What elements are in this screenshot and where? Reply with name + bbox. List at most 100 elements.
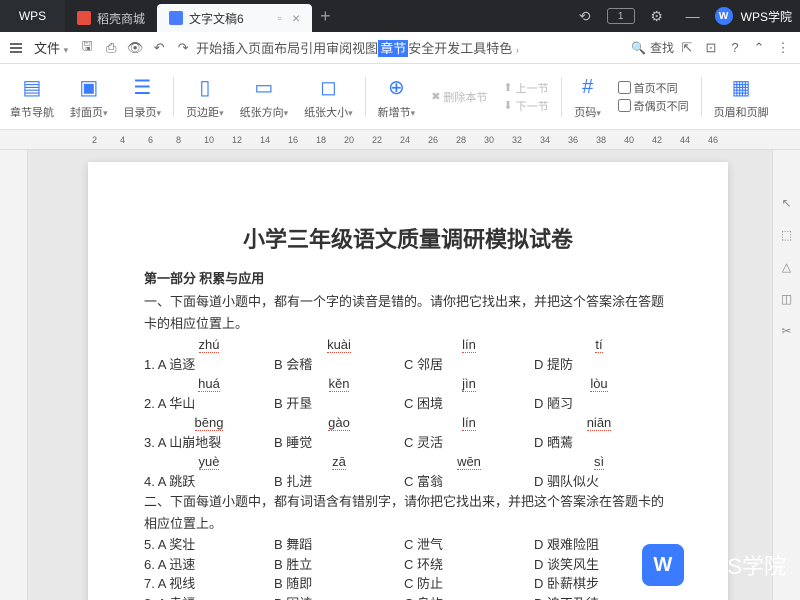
editor-area: 小学三年级语文质量调研模拟试卷 第一部分 积累与应用 一、下面每道小题中，都有一… [0,150,800,600]
pinyin-cell: niān [534,413,664,433]
ruler-tick: 14 [260,135,270,145]
cover-button[interactable]: ▣封面页▾ [66,74,112,120]
ruler-tick: 32 [512,135,522,145]
answer-cell: B 胜立 [274,555,404,575]
save-icon[interactable]: 🖫 [76,37,98,59]
header-footer-button[interactable]: ▦页眉和页脚 [710,74,773,120]
pinyin-cell: zhú [144,335,274,355]
pinyin-cell: wēn [404,452,534,472]
preview-icon[interactable]: 👁 [124,37,146,59]
doc-question-1: 一、下面每道小题中，都有一个字的读音是错的。请你把它找出来，并把这个答案涂在答题… [144,291,672,335]
wps-school-label[interactable]: WPS学院 [741,8,792,25]
wps-school-icon[interactable]: W [715,7,733,25]
layer-tool-icon[interactable]: ◫ [778,290,796,308]
pinyin-cell: lòu [534,374,664,394]
answer-cell: 2. A 华山 [144,394,274,414]
pinyin-cell: huá [144,374,274,394]
add-tab-button[interactable]: + [312,6,339,27]
menu-icon[interactable]: ⋮ [772,37,794,59]
answer-cell: C 泄气 [404,535,534,555]
pageno-button[interactable]: #页码▾ [570,74,606,120]
shape-tool-icon[interactable]: △ [778,258,796,276]
select-tool-icon[interactable]: ⬚ [778,226,796,244]
sync-icon[interactable]: ⟲ [571,2,599,30]
answer-cell: 8. A 幸福 [144,594,274,600]
ribbon-tabs[interactable]: 开始插入页面布局引用审阅视图章节安全开发工具特色 › [196,38,519,57]
help-icon[interactable]: ? [724,37,746,59]
answer-cell: 3. A 山崩地裂 [144,433,274,453]
toc-button[interactable]: ☰目录页▾ [120,74,166,120]
ruler[interactable]: 2468101214161820222426283032343638404244… [0,130,800,150]
pinyin-cell: gào [274,413,404,433]
ruler-tick: 4 [120,135,125,145]
pinyin-cell: bēng [144,413,274,433]
search-button[interactable]: 🔍 查找 [631,39,674,56]
redo-icon[interactable]: ↷ [172,37,194,59]
ruler-tick: 40 [624,135,634,145]
new-section-button[interactable]: ⊕新增节▾ [374,74,420,120]
next-section-button[interactable]: ⬇ 下一节 [503,98,548,114]
undo-icon[interactable]: ↶ [148,37,170,59]
doc-question-2: 二、下面每道小题中，都有词语含有错别字，请你把它找出来，并把这个答案涂在答题卡的… [144,491,672,535]
ruler-tick: 38 [596,135,606,145]
prev-section-button[interactable]: ⬆ 上一节 [503,80,548,96]
ruler-tick: 22 [372,135,382,145]
menubar: 文件 ▾ 🖫 ⎙ 👁 ↶ ↷ 开始插入页面布局引用审阅视图章节安全开发工具特色 … [0,32,800,64]
ruler-tick: 28 [456,135,466,145]
watermark-icon: W [642,544,684,586]
minimize-icon[interactable]: — [679,2,707,30]
more-icon[interactable]: ⊡ [700,37,722,59]
first-diff-checkbox[interactable]: 首页不同 [618,80,689,96]
tab-label: 文字文稿6 [189,10,244,27]
ruler-tick: 30 [484,135,494,145]
print-icon[interactable]: ⎙ [100,37,122,59]
ruler-tick: 10 [204,135,214,145]
pinyin-cell: lín [404,413,534,433]
answer-cell: B 会稽 [274,355,404,375]
answer-cell: B 舞蹈 [274,535,404,555]
tab-label: 稻壳商城 [97,10,145,27]
pinyin-cell: sì [534,452,664,472]
wps-logo[interactable]: WPS [0,0,65,32]
tab-menu-icon[interactable]: ▫ [278,11,282,25]
section-nav-button[interactable]: ▤章节导航 [6,74,58,120]
clip-tool-icon[interactable]: ✂ [778,322,796,340]
ruler-tick: 24 [400,135,410,145]
ruler-tick: 16 [288,135,298,145]
ribbon: ▤章节导航 ▣封面页▾ ☰目录页▾ ▯页边距▾ ▭纸张方向▾ ◻纸张大小▾ ⊕新… [0,64,800,130]
question-options: zhúkuàilíntí1. A 追逐B 会稽C 邻居D 提防huákěnjìn… [144,335,672,491]
active-tab: 章节 [378,40,408,57]
badge-icon[interactable]: 1 [607,8,635,24]
answer-cell: 5. A 奖壮 [144,535,274,555]
margin-button[interactable]: ▯页边距▾ [182,74,228,120]
hamburger-icon[interactable] [6,39,26,57]
answer-cell: C 环绕 [404,555,534,575]
settings-icon[interactable]: ⚙ [643,2,671,30]
size-button[interactable]: ◻纸张大小▾ [300,74,357,120]
ruler-tick: 12 [232,135,242,145]
pinyin-cell: yuè [144,452,274,472]
odd-even-checkbox[interactable]: 奇偶页不同 [618,98,689,114]
watermark-text: WPS学院 [692,549,786,581]
cursor-tool-icon[interactable]: ↖ [778,194,796,212]
file-menu[interactable]: 文件 ▾ [28,38,74,57]
question-options-2: 5. A 奖壮B 舞蹈C 泄气D 艰难险阻6. A 迅速B 胜立C 环绕D 谈笑… [144,535,672,600]
share-icon[interactable]: ⇱ [676,37,698,59]
collapse-icon[interactable]: ⌃ [748,37,770,59]
close-icon[interactable]: × [292,10,300,26]
tab-document[interactable]: 文字文稿6 ▫ × [157,4,312,32]
answer-cell: 7. A 视线 [144,574,274,594]
document-page[interactable]: 小学三年级语文质量调研模拟试卷 第一部分 积累与应用 一、下面每道小题中，都有一… [88,162,728,600]
answer-cell: B 睡觉 [274,433,404,453]
doc-title: 小学三年级语文质量调研模拟试卷 [144,222,672,254]
doc-icon [169,11,183,25]
watermark: W WPS学院 [642,544,786,586]
answer-cell: D 晒蔫 [534,433,664,453]
answer-cell: C 灵活 [404,433,534,453]
answer-cell: C 富翁 [404,472,534,492]
ruler-tick: 42 [652,135,662,145]
ruler-tick: 46 [708,135,718,145]
delete-section-button[interactable]: ✖ 删除本节 [431,89,487,105]
orientation-button[interactable]: ▭纸张方向▾ [236,74,293,120]
tab-mall[interactable]: 稻壳商城 [65,4,157,32]
